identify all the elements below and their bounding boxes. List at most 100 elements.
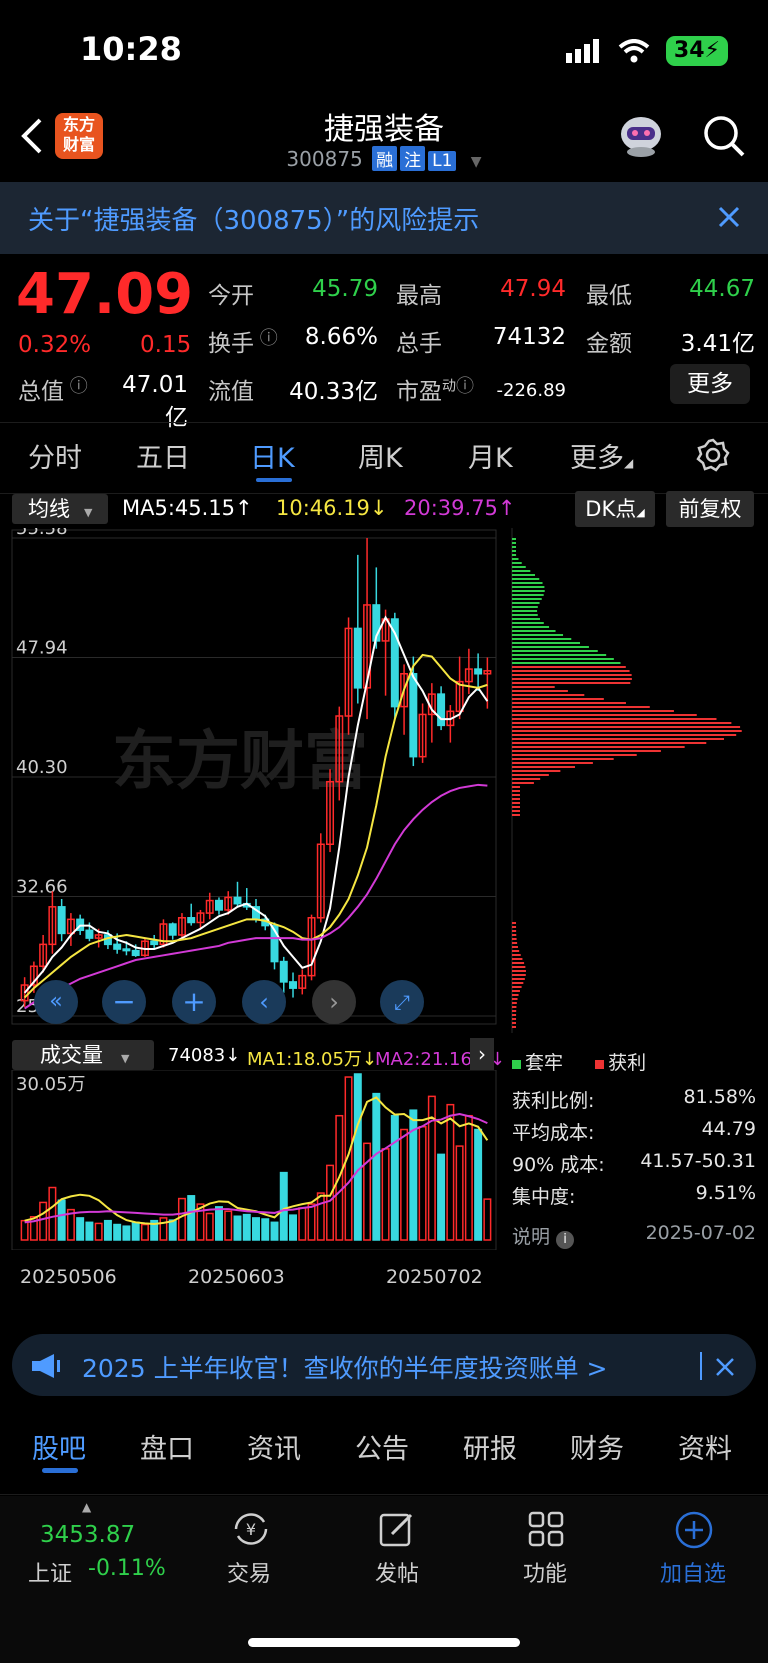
volume-bar bbox=[381, 1148, 390, 1241]
tab-five-day[interactable]: 五日 bbox=[136, 436, 190, 475]
tab-order-book[interactable]: 盘口 bbox=[140, 1427, 194, 1466]
chip-bar bbox=[512, 746, 685, 748]
home-indicator bbox=[248, 1638, 520, 1647]
tab-finance[interactable]: 财务 bbox=[570, 1427, 624, 1466]
tab-more[interactable]: 更多◢ bbox=[570, 436, 633, 475]
volume-bar bbox=[446, 1103, 455, 1241]
promo-close-icon[interactable] bbox=[716, 1358, 734, 1376]
volume-bar bbox=[214, 1206, 223, 1241]
cellular-signal-icon bbox=[565, 39, 599, 63]
chip-bar bbox=[512, 806, 520, 808]
chip-bar bbox=[512, 798, 520, 800]
settings-gear-icon[interactable] bbox=[696, 438, 730, 472]
avg-cost-row: 平均成本: 44.79 bbox=[512, 1118, 756, 1144]
chip-bar bbox=[512, 674, 632, 676]
chip-bar bbox=[512, 554, 517, 556]
dk-point-button[interactable]: DK点◢ bbox=[575, 491, 655, 527]
chip-bar bbox=[512, 610, 538, 612]
next-button[interactable]: › bbox=[312, 980, 356, 1024]
volume-current: 74083↓ bbox=[168, 1045, 241, 1066]
tab-news[interactable]: 资讯 bbox=[247, 1427, 301, 1466]
zoom-in-button[interactable]: + bbox=[172, 980, 216, 1024]
active-tab-indicator bbox=[256, 478, 292, 482]
index-value[interactable]: 3453.87 bbox=[40, 1522, 135, 1548]
trade-icon[interactable]: ¥ bbox=[230, 1510, 272, 1548]
volume-bar bbox=[474, 1128, 483, 1241]
tab-announcements[interactable]: 公告 bbox=[355, 1427, 409, 1466]
float-cap-value: 40.33亿 bbox=[289, 379, 378, 405]
turnover-value: 8.66% bbox=[304, 324, 378, 350]
adjust-button[interactable]: 前复权 bbox=[666, 491, 754, 527]
index-change[interactable]: -0.11% bbox=[88, 1556, 166, 1581]
dock-add-watchlist[interactable]: 加自选 bbox=[660, 1556, 726, 1588]
robot-assistant-icon[interactable] bbox=[616, 112, 666, 158]
risk-banner-text[interactable]: 关于“捷强装备（300875）”的风险提示 bbox=[28, 200, 479, 237]
scroll-left-button[interactable]: « bbox=[34, 980, 78, 1024]
volume-bar bbox=[390, 1114, 399, 1241]
index-name[interactable]: 上证 bbox=[28, 1556, 72, 1588]
volume-bar bbox=[57, 1199, 66, 1241]
candle-body bbox=[214, 899, 223, 911]
chip-bar bbox=[512, 1014, 517, 1016]
chip-bar bbox=[512, 622, 544, 624]
tab-monthly-k[interactable]: 月K bbox=[468, 436, 513, 475]
change-percent: 0.32% bbox=[18, 332, 92, 358]
functions-grid-icon[interactable] bbox=[527, 1510, 565, 1548]
date-tick-label: 20250603 bbox=[188, 1266, 285, 1288]
tab-guba[interactable]: 股吧 bbox=[32, 1427, 86, 1466]
ma-selector[interactable]: 均线 ▼ bbox=[12, 494, 108, 524]
dropdown-triangle-icon: ▼ bbox=[84, 506, 93, 519]
search-icon[interactable] bbox=[702, 114, 746, 158]
more-button[interactable]: 更多 bbox=[670, 364, 750, 404]
volume-bar bbox=[233, 1215, 242, 1241]
tab-daily-k[interactable]: 日K bbox=[250, 436, 295, 475]
add-watchlist-icon[interactable] bbox=[674, 1510, 714, 1550]
chip-bar bbox=[512, 710, 674, 712]
chip-bar bbox=[512, 702, 626, 704]
fullscreen-button[interactable]: ⤢ bbox=[380, 980, 424, 1024]
volume-bar bbox=[140, 1223, 149, 1241]
expand-right-icon[interactable]: › bbox=[470, 1038, 494, 1070]
ma20-value: 20:39.75↑ bbox=[404, 496, 516, 520]
legend-trapped-swatch bbox=[512, 1060, 521, 1069]
pe-value: -226.89 bbox=[496, 380, 566, 401]
chip-bar bbox=[512, 706, 650, 708]
tab-research[interactable]: 研报 bbox=[463, 1427, 517, 1466]
prev-button[interactable]: ‹ bbox=[242, 980, 286, 1024]
candle-body bbox=[168, 923, 177, 936]
amount-label: 金额 bbox=[586, 331, 632, 357]
volume-chart: 30.05万 20250506 20250603 20250702 bbox=[0, 1070, 500, 1320]
close-icon[interactable] bbox=[718, 206, 740, 228]
tab-profile[interactable]: 资料 bbox=[678, 1427, 732, 1466]
ma10-line bbox=[23, 653, 488, 999]
pe-label: 市盈动ⓘ bbox=[396, 376, 474, 405]
volume-bar bbox=[168, 1219, 177, 1241]
chip-bar bbox=[512, 986, 522, 988]
volume-ma1-line bbox=[24, 1096, 489, 1225]
chip-bar bbox=[512, 934, 517, 936]
volume-bar bbox=[205, 1212, 214, 1241]
chip-note[interactable]: 说明 i bbox=[512, 1222, 575, 1249]
chip-bar bbox=[512, 774, 549, 776]
post-edit-icon[interactable] bbox=[378, 1510, 416, 1548]
chip-bar bbox=[512, 922, 517, 924]
turnover-label: 换手 ⓘ bbox=[208, 328, 278, 357]
dock-functions[interactable]: 功能 bbox=[523, 1556, 567, 1588]
chip-bar bbox=[512, 546, 516, 548]
tab-weekly-k[interactable]: 周K bbox=[358, 436, 403, 475]
chip-bar bbox=[512, 718, 717, 720]
promo-text[interactable]: 2025 上半年收官！查收你的半年度投资账单 > bbox=[82, 1349, 607, 1385]
amount-value: 3.41亿 bbox=[680, 331, 755, 357]
content-tab-indicator bbox=[42, 1468, 78, 1473]
candlestick-chart[interactable]: 55.5847.9440.3032.6625.02东方财富 bbox=[0, 528, 500, 1028]
level1-tag: L1 bbox=[428, 151, 457, 171]
volume-selector[interactable]: 成交量 ▼ bbox=[12, 1040, 154, 1070]
zoom-out-button[interactable]: − bbox=[102, 980, 146, 1024]
candle-body bbox=[131, 949, 140, 957]
dock-post[interactable]: 发帖 bbox=[375, 1556, 419, 1588]
chip-bar bbox=[512, 626, 550, 628]
battery-indicator: 34⚡ bbox=[665, 36, 728, 66]
dock-trade[interactable]: 交易 bbox=[227, 1556, 271, 1588]
tab-intraday[interactable]: 分时 bbox=[28, 436, 82, 475]
chip-bar bbox=[512, 542, 516, 544]
